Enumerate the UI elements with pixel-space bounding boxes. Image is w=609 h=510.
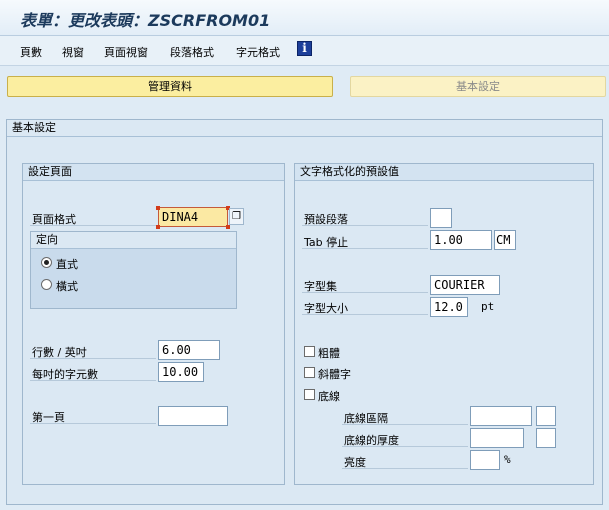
default-paragraph-input[interactable] bbox=[430, 208, 452, 228]
radio-portrait[interactable] bbox=[41, 257, 52, 268]
orientation-title: 定向 bbox=[31, 232, 236, 249]
bold-label: 粗體 bbox=[318, 347, 340, 360]
italic-label: 斜體字 bbox=[318, 368, 351, 381]
lines-per-inch-input[interactable]: 6.00 bbox=[158, 340, 220, 360]
basic-settings-title: 基本設定 bbox=[7, 120, 602, 137]
tab-stop-unit-input[interactable]: CM bbox=[494, 230, 516, 250]
menu-item-page-windows[interactable]: 頁面視窗 bbox=[104, 44, 148, 60]
underline-spacing-unit-input[interactable] bbox=[536, 406, 556, 426]
menu-item-pages[interactable]: 頁數 bbox=[20, 44, 42, 60]
title-bar: 表單：更改表頭：ZSCRFROM01 bbox=[0, 0, 609, 36]
font-family-input[interactable]: COURIER bbox=[430, 275, 500, 295]
window-title: 表單：更改表頭：ZSCRFROM01 bbox=[20, 11, 271, 30]
bold-checkbox[interactable] bbox=[304, 346, 315, 357]
text-format-defaults-title: 文字格式化的預設值 bbox=[295, 164, 593, 181]
page-format-input[interactable]: DINA4 bbox=[158, 207, 228, 227]
value-help-icon[interactable]: ❐ bbox=[229, 208, 244, 225]
info-icon[interactable]: i bbox=[297, 41, 312, 56]
portrait-label: 直式 bbox=[56, 258, 78, 271]
radio-landscape[interactable] bbox=[41, 279, 52, 290]
italic-checkbox[interactable] bbox=[304, 367, 315, 378]
font-size-input[interactable]: 12.0 bbox=[430, 297, 468, 317]
underline-thickness-input[interactable] bbox=[470, 428, 524, 448]
tab-stop-input[interactable]: 1.00 bbox=[430, 230, 492, 250]
tab-admin-data[interactable]: 管理資料 bbox=[7, 76, 333, 97]
landscape-label: 橫式 bbox=[56, 280, 78, 293]
underline-spacing-input[interactable] bbox=[470, 406, 532, 426]
brightness-unit: % bbox=[504, 453, 511, 466]
font-size-unit: pt bbox=[481, 300, 495, 313]
underline-thickness-unit-input[interactable] bbox=[536, 428, 556, 448]
chars-per-inch-input[interactable]: 10.00 bbox=[158, 362, 204, 382]
first-page-input[interactable] bbox=[158, 406, 228, 426]
menu-item-windows[interactable]: 視窗 bbox=[62, 44, 84, 60]
underline-label: 底線 bbox=[318, 390, 340, 403]
separator bbox=[30, 225, 156, 226]
underline-checkbox[interactable] bbox=[304, 389, 315, 400]
tab-basic-settings[interactable]: 基本設定 bbox=[350, 76, 606, 97]
brightness-input[interactable] bbox=[470, 450, 500, 470]
page-setup-title: 設定頁面 bbox=[23, 164, 284, 181]
menu-item-character-formats[interactable]: 字元格式 bbox=[236, 44, 280, 60]
menu-item-paragraph-formats[interactable]: 段落格式 bbox=[170, 44, 214, 60]
